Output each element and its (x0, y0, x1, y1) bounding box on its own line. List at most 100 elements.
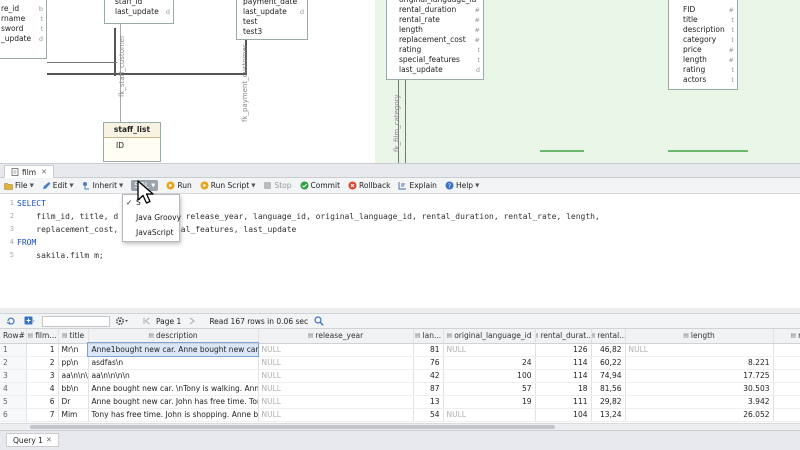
table-row[interactable]: 1 1 Mr\n Anne1bought new car. Anne bought n… (0, 342, 800, 357)
refresh-icon[interactable] (4, 315, 18, 327)
grid-cell[interactable]: 114 (535, 356, 592, 370)
grid-cell[interactable]: 6 (26, 395, 59, 409)
file-menu-button[interactable]: File ▼ (4, 181, 34, 190)
grid-cell[interactable]: 126 (535, 343, 592, 357)
help-menu-button[interactable]: ? Help ▼ (445, 181, 479, 190)
column-header-film-id[interactable]: ▤ film... (26, 329, 59, 344)
run-script-button[interactable]: Run Script ▼ (200, 181, 255, 190)
grid-cell[interactable]: 81,56 (591, 382, 626, 396)
grid-cell[interactable]: NULL (258, 408, 414, 422)
grid-cell[interactable]: 42 (413, 369, 444, 383)
column-header-title[interactable]: ▤ title (58, 329, 89, 344)
table-row[interactable]: 22pp\nasdfas\nNULL762411460,228.22189 (0, 356, 800, 370)
scrollbar-thumb[interactable] (30, 425, 555, 429)
settings-icon[interactable] (114, 315, 130, 327)
row-number-cell[interactable]: 6 (0, 408, 27, 422)
table-row[interactable]: 6 7 Mim Tony has free time. John is shoppin… (0, 408, 800, 422)
grid-cell[interactable]: 87 (413, 382, 444, 396)
grid-cell[interactable]: 3.942 (625, 395, 774, 409)
grid-cell[interactable]: 46,82 (591, 343, 626, 357)
grid-cell[interactable]: 37 (773, 343, 800, 357)
grid-cell[interactable]: 60,22 (591, 356, 626, 370)
grid-cell[interactable]: 87 (773, 395, 800, 409)
rollback-button[interactable]: Rollback (348, 181, 390, 190)
grid-cell[interactable]: Mim (58, 408, 89, 422)
grid-cell[interactable]: NULL (443, 343, 536, 357)
column-header-original-language-id[interactable]: ▤ original_language_id (443, 329, 536, 344)
tab-film[interactable]: film ✕ (4, 165, 54, 178)
grid-cell[interactable]: 57 (443, 382, 536, 396)
row-number-cell[interactable]: 1 (0, 343, 27, 357)
grid-cell[interactable]: 19 (443, 395, 536, 409)
grid-cell[interactable]: 104 (535, 408, 592, 422)
grid-cell[interactable]: Anne bought new car. \nTony is walking. … (88, 382, 259, 396)
column-header-rental-duration[interactable]: ▤rental_durat... (535, 329, 592, 344)
grid-cell[interactable]: NULL (443, 408, 536, 422)
grid-cell[interactable]: 13,24 (591, 408, 626, 422)
close-icon[interactable]: ✕ (41, 168, 47, 176)
grid-cell[interactable]: asdfas\n (88, 356, 259, 370)
sql-editor[interactable]: 1 SELECT 2 film_id, title, d release_yea… (0, 194, 800, 308)
column-header-language-id[interactable]: ▤ lan... (413, 329, 444, 344)
grid-cell[interactable]: 7 (26, 408, 59, 422)
row-number-cell[interactable]: 5 (0, 395, 27, 409)
grid-cell[interactable]: bb\n (58, 382, 89, 396)
grid-cell[interactable]: Tony has free time. John is shopping. An… (88, 408, 259, 422)
grid-cell[interactable]: 13 (413, 395, 444, 409)
edit-menu-button[interactable]: Edit ▼ (42, 181, 74, 190)
run-button[interactable]: Run (166, 181, 192, 190)
grid-cell[interactable]: 3 (26, 369, 59, 383)
grid-cell[interactable]: 90 (773, 382, 800, 396)
grid-cell[interactable]: 111 (535, 395, 592, 409)
table-row[interactable]: 4 4 bb\n Anne bought new car. \nTony is wal… (0, 382, 800, 396)
row-number-cell[interactable]: 2 (0, 356, 27, 370)
grid-cell[interactable]: aa\n\n\n\n (88, 369, 259, 383)
close-icon[interactable]: ✕ (46, 436, 52, 444)
grid-horizontal-scrollbar[interactable] (0, 423, 800, 430)
grid-cell[interactable]: Mr\n (58, 343, 89, 357)
diagram-table-staff[interactable]: staff_id last_update d (104, 0, 174, 24)
grid-cell[interactable]: 24 (443, 356, 536, 370)
er-diagram-canvas[interactable]: re_id b rname t sword t _update d staff_id l… (0, 0, 800, 163)
grid-cell[interactable]: 54 (413, 408, 444, 422)
tab-query-1[interactable]: Query 1 ✕ (6, 433, 59, 447)
explain-button[interactable]: Explain (398, 181, 437, 190)
grid-cell[interactable]: 91 (773, 369, 800, 383)
inherit-menu-button[interactable]: Inherit ▼ (82, 181, 123, 190)
column-header-release-year[interactable]: ▤ release_year (258, 329, 414, 344)
row-number-cell[interactable]: 4 (0, 382, 27, 396)
search-icon[interactable] (312, 315, 326, 327)
grid-cell[interactable]: 114 (535, 369, 592, 383)
grid-cell[interactable]: 4 (26, 382, 59, 396)
next-page-icon[interactable] (185, 315, 199, 327)
diagram-table-payment[interactable]: payment_date last_update d test test3 (236, 0, 308, 40)
column-header-length[interactable]: ▤ length (625, 329, 774, 344)
grid-cell[interactable]: 8.221 (625, 356, 774, 370)
grid-cell[interactable]: 100 (443, 369, 536, 383)
menu-item-java-groovy[interactable]: Java Groovy (123, 210, 181, 225)
column-header-row-number[interactable]: Row# (0, 329, 27, 344)
grid-cell[interactable]: NULL (258, 382, 414, 396)
grid-cell[interactable]: 74,94 (591, 369, 626, 383)
grid-cell[interactable]: NULL (625, 343, 774, 357)
grid-cell[interactable]: NULL (258, 343, 414, 357)
column-header-replacement-cost[interactable]: ▤repl (773, 329, 800, 344)
grid-cell[interactable]: Dr (58, 395, 89, 409)
grid-cell[interactable]: Anne bought new car. John has free time.… (88, 395, 259, 409)
grid-cell[interactable]: 30.503 (625, 382, 774, 396)
grid-cell[interactable]: 81 (413, 343, 444, 357)
diagram-view-film-list[interactable]: FID # title t description t category t price… (668, 0, 738, 90)
diagram-table-film[interactable]: original_language_id rental_duration# re… (386, 0, 484, 80)
grid-cell[interactable]: NULL (258, 356, 414, 370)
grid-cell[interactable]: Anne1bought new car. Anne bought new car… (87, 342, 259, 357)
grid-cell[interactable]: 29,82 (591, 395, 626, 409)
grid-cell[interactable]: 18 (535, 382, 592, 396)
diagram-table-customer[interactable]: re_id b rname t sword t _update d (0, 0, 47, 59)
table-row[interactable]: 5 6 Dr Anne bought new car. John has free t… (0, 395, 800, 409)
grid-cell[interactable]: 26.052 (625, 408, 774, 422)
filter-input[interactable] (42, 315, 110, 327)
commit-button[interactable]: Commit (300, 181, 340, 190)
grid-cell[interactable]: 17.725 (625, 369, 774, 383)
first-page-icon[interactable] (140, 315, 154, 327)
menu-item-javascript[interactable]: JavaScript (123, 225, 179, 240)
